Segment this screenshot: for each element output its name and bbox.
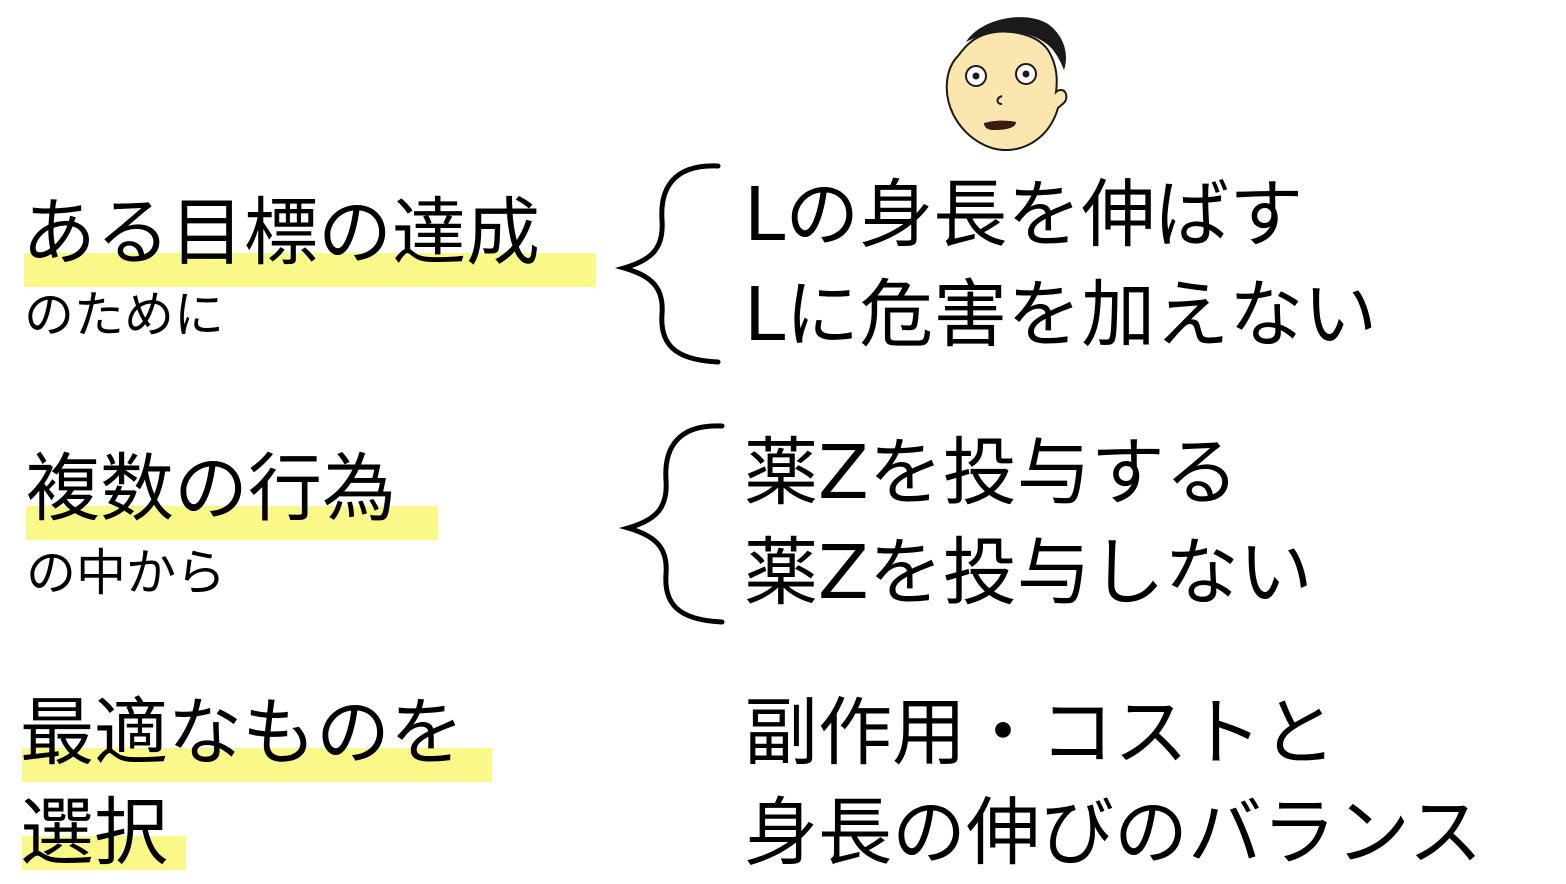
character-face-icon	[945, 17, 1068, 152]
goal-achievement-label: ある目標の達成	[22, 190, 540, 276]
multiple-actions-label: 複数の行為	[26, 446, 396, 532]
option-not-administer-drug: 薬Zを投与しない	[744, 530, 1313, 616]
select-label: 選択	[20, 790, 168, 876]
height-balance-label: 身長の伸びのバランス	[744, 790, 1483, 876]
option-administer-drug: 薬Zを投与する	[744, 430, 1239, 516]
brace-row2-icon	[618, 423, 725, 625]
side-effects-cost-label: 副作用・コストと	[744, 690, 1336, 776]
among-label: の中から	[26, 544, 226, 602]
for-purpose-label: のために	[24, 286, 224, 344]
option-no-harm: Lに危害を加えない	[744, 272, 1378, 358]
optimal-choice-label: 最適なものを	[20, 690, 464, 776]
option-grow-height: Lの身長を伸ばす	[744, 172, 1304, 258]
brace-row1-icon	[614, 163, 721, 365]
